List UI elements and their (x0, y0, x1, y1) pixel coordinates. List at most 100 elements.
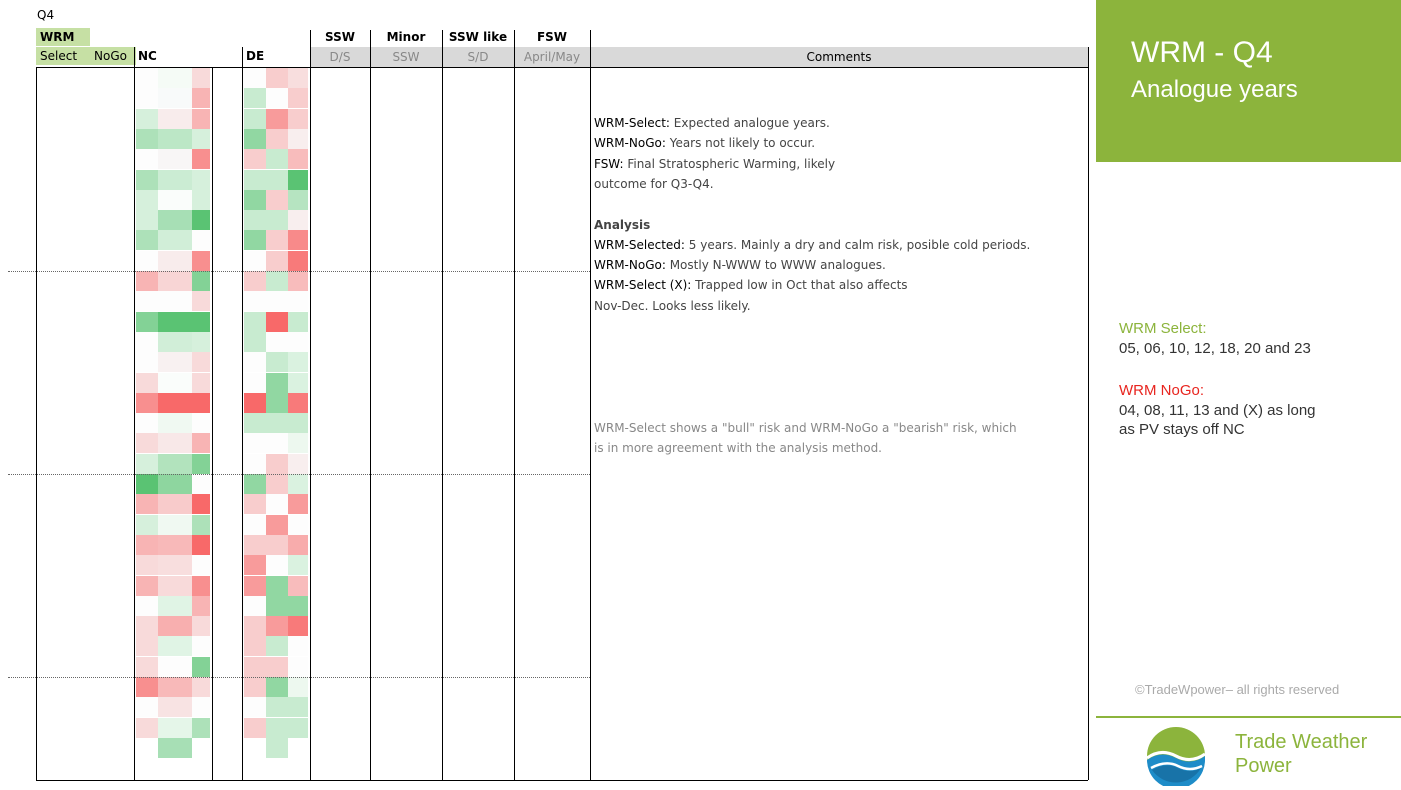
wrm-nogo-mark (96, 230, 120, 250)
wrm-nogo-mark (96, 109, 120, 129)
fsw-mark (514, 576, 590, 596)
wrm-nogo-mark (96, 657, 120, 677)
ssw-like-type (442, 494, 514, 514)
fsw-mark (514, 433, 590, 453)
de-cell (266, 514, 288, 535)
nc-cell (158, 189, 192, 210)
comment-line: is in more agreement with the analysis m… (594, 438, 882, 458)
ssw-like-type (442, 474, 514, 494)
ssw-like-type (442, 758, 514, 778)
de-cell (288, 474, 308, 494)
nc-cell (192, 108, 210, 129)
de-select-mark (212, 718, 242, 738)
fsw-mark (514, 88, 590, 108)
nc-cell (192, 149, 210, 170)
de-cell (266, 636, 288, 657)
nc-cell (136, 738, 158, 758)
de-cell (244, 189, 266, 210)
nc-cell (158, 149, 192, 170)
brand-name-line1: Trade Weather (1235, 731, 1368, 753)
comment-line: outcome for Q3-Q4. (594, 174, 714, 194)
copyright: ©TradeWpower– all rights reserved (1135, 682, 1340, 697)
nc-cell (192, 88, 210, 109)
nc-cell (192, 656, 210, 677)
nc-cell (192, 636, 210, 657)
wrm-select-mark (50, 616, 74, 636)
year-label (0, 555, 34, 575)
wrm-select-mark (50, 373, 74, 393)
wrm-select-mark (50, 352, 74, 372)
de-select-mark (212, 677, 242, 697)
nc-cell (136, 68, 158, 88)
nc-cell (158, 453, 192, 474)
de-cell (288, 311, 308, 332)
de-cell (266, 453, 288, 474)
ssw-like-type (442, 170, 514, 190)
nc-cell (192, 352, 210, 373)
de-select-mark (212, 373, 242, 393)
year-label (0, 230, 34, 250)
wrm-select-mark (50, 636, 74, 656)
de-cell (244, 595, 266, 616)
nc-cell (136, 534, 158, 555)
wrm-nogo-mark (96, 738, 120, 758)
ssw-like-type (442, 697, 514, 717)
de-cell (266, 250, 288, 271)
de-cell (266, 210, 288, 231)
wrm-select-mark (50, 109, 74, 129)
nc-cell (158, 392, 192, 413)
comment-line: WRM-Select shows a "bull" risk and WRM-N… (594, 418, 1017, 438)
nc-cell (136, 555, 158, 576)
nc-cell (192, 616, 210, 637)
de-cell (244, 88, 266, 109)
nc-cell (158, 616, 192, 637)
nc-cell (136, 230, 158, 251)
de-cell (244, 392, 266, 413)
fsw-mark (514, 393, 590, 413)
nc-cell (192, 474, 210, 494)
comment-text: is in more agreement with the analysis m… (594, 440, 882, 455)
fsw-mark (514, 454, 590, 474)
brand-divider (1096, 716, 1401, 718)
nc-cell (136, 656, 158, 677)
comment-key: WRM-Select (X): (594, 278, 692, 293)
ssw-like-type (442, 555, 514, 575)
wrm-nogo-mark (96, 494, 120, 514)
de-select-mark (212, 494, 242, 514)
comment-text: Trapped low in Oct that also affects (691, 278, 908, 293)
ssw-like-type (442, 596, 514, 616)
de-cell (266, 656, 288, 677)
wrm-select-mark (50, 170, 74, 190)
nc-cell (136, 433, 158, 454)
fsw-mark (514, 68, 590, 88)
ssw-like-type (442, 332, 514, 352)
nc-cell (192, 413, 210, 434)
panel-title: WRM - Q4 (1131, 36, 1273, 69)
de-cell (288, 169, 308, 190)
year-label (0, 170, 34, 190)
year-label (0, 677, 34, 697)
de-cell (288, 331, 308, 352)
nc-cell (136, 352, 158, 373)
nc-cell (192, 230, 210, 251)
wrm-select-mark (50, 88, 74, 108)
year-label (0, 616, 34, 636)
de-cell (288, 128, 308, 149)
de-select-mark (212, 596, 242, 616)
q4-label: Q4 (37, 8, 55, 22)
year-label (0, 636, 34, 656)
brand-logo-icon (1146, 726, 1206, 789)
nc-cell (158, 250, 192, 271)
de-select-mark (212, 576, 242, 596)
de-cell (266, 433, 288, 454)
fsw-mark (514, 657, 590, 677)
nc-cell (158, 413, 192, 434)
de-select-mark (212, 271, 242, 291)
fsw-mark (514, 636, 590, 656)
year-label (0, 291, 34, 311)
de-cell (266, 717, 288, 738)
de-cell (266, 189, 288, 210)
ssw-like-type (442, 413, 514, 433)
wrm-select-mark (50, 718, 74, 738)
comment-line: WRM-Select: Expected analogue years. (594, 113, 830, 133)
